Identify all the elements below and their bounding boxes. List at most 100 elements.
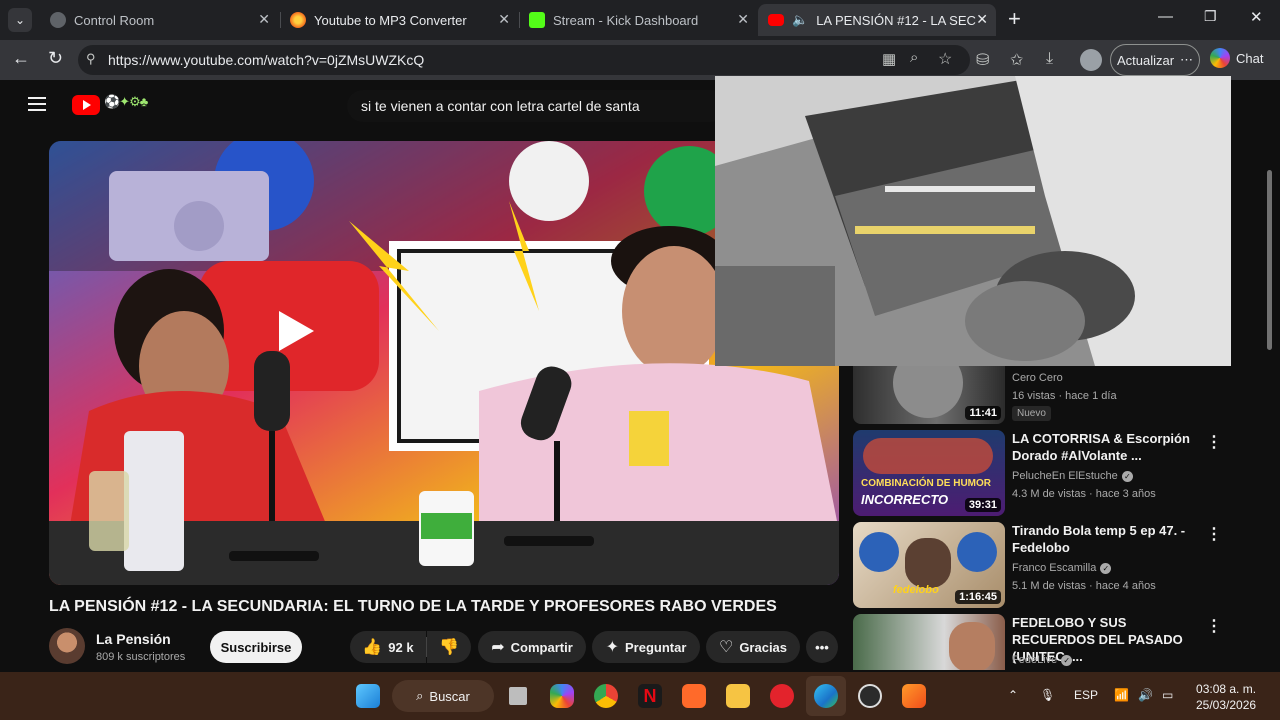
tab-title: Youtube to MP3 Converter: [314, 12, 467, 28]
taskbar-search-button[interactable]: ⌕ Buscar: [392, 680, 494, 712]
video-title: LA PENSIÓN #12 - LA SECUNDARIA: EL TURNO…: [49, 598, 777, 615]
favorites-icon[interactable]: ✩: [1010, 50, 1023, 70]
youtube-logo-icon[interactable]: [72, 95, 100, 115]
more-actions-button[interactable]: •••: [806, 631, 838, 663]
video-title[interactable]: Tirando Bola temp 5 ep 47. - Fedelobo: [1012, 522, 1212, 556]
search-query[interactable]: si te vienen a contar con letra cartel d…: [361, 98, 640, 114]
video-thumbnail[interactable]: fedelobo 1:16:45: [853, 522, 1005, 608]
share-button[interactable]: ➦ Compartir: [478, 631, 586, 663]
video-thumbnail[interactable]: [853, 614, 1005, 670]
windows-taskbar: ⌕ Buscar N ⌃ 🎙 ESP 📶 🔊 ▭ 03:08 a. m. 25/…: [0, 672, 1280, 720]
video-duration: 39:31: [964, 498, 1001, 512]
profile-avatar[interactable]: [1080, 49, 1102, 71]
dislike-button[interactable]: 👎: [427, 631, 471, 663]
close-tab-icon[interactable]: ✕: [498, 11, 510, 28]
zoom-icon[interactable]: ⌕: [910, 49, 918, 66]
ask-label: Preguntar: [625, 639, 687, 655]
verified-icon: ✓: [1121, 470, 1133, 482]
fl-studio-icon[interactable]: [902, 684, 926, 708]
channel-name[interactable]: Cero Cero: [1012, 372, 1063, 384]
channel-avatar[interactable]: [49, 628, 85, 664]
channel-name[interactable]: FedeLive ✓: [1012, 654, 1073, 666]
show-hidden-icons-chevron[interactable]: ⌃: [1008, 688, 1018, 702]
tab-search-dropdown-button[interactable]: ⌄: [8, 8, 32, 32]
channel-name[interactable]: Franco Escamilla ✓: [1012, 562, 1112, 574]
ask-button[interactable]: ✦ Preguntar: [592, 631, 700, 663]
camera-overlay-window[interactable]: [715, 76, 1231, 366]
clock-time: 03:08 a. m.: [1196, 682, 1257, 696]
menu-icon[interactable]: [28, 97, 46, 111]
restore-button[interactable]: ❐: [1204, 8, 1217, 25]
site-info-icon[interactable]: ⚲: [86, 51, 96, 67]
video-duration: 11:41: [965, 406, 1001, 420]
verified-icon: ✓: [1061, 654, 1073, 666]
close-tab-icon[interactable]: ✕: [976, 11, 988, 28]
recommendation-item[interactable]: fedelobo 1:16:45 Tirando Bola temp 5 ep …: [853, 522, 1253, 608]
edge-icon[interactable]: [814, 684, 838, 708]
volume-icon[interactable]: 🔊: [1138, 688, 1153, 702]
back-arrow-icon[interactable]: ←: [12, 48, 30, 69]
search-icon: ⌕: [416, 688, 424, 703]
control-room-favicon-icon: [50, 12, 66, 28]
downloads-icon[interactable]: ⤓: [1046, 50, 1053, 68]
microphone-icon[interactable]: 🎙: [1040, 688, 1055, 702]
audio-playing-icon[interactable]: 🔈: [792, 12, 808, 28]
clock-date: 25/03/2026: [1196, 698, 1257, 712]
close-tab-icon[interactable]: ✕: [737, 11, 749, 28]
url-text[interactable]: https://www.youtube.com/watch?v=0jZMsUWZ…: [108, 52, 424, 68]
wifi-icon[interactable]: 📶: [1114, 688, 1129, 702]
tab-la-pension[interactable]: 🔈 LA PENSIÓN #12 - LA SECUNDA ✕: [758, 4, 996, 36]
apps-install-icon[interactable]: ▦: [882, 50, 896, 68]
more-vert-icon[interactable]: ⋮: [1206, 524, 1222, 544]
update-browser-button[interactable]: Actualizar ⋯: [1110, 44, 1200, 76]
copilot-icon[interactable]: [550, 684, 574, 708]
task-view-icon[interactable]: [506, 684, 530, 708]
tab-title: LA PENSIÓN #12 - LA SECUNDA: [816, 12, 976, 28]
windows-start-icon[interactable]: [356, 684, 380, 708]
tab-mp3-converter[interactable]: Youtube to MP3 Converter ✕: [280, 4, 518, 36]
subscribe-button[interactable]: Suscribirse: [210, 631, 302, 663]
recommendation-item[interactable]: FEDELOBO Y SUS RECUERDOS DEL PASADO (UNI…: [853, 614, 1253, 670]
file-explorer-icon[interactable]: [726, 684, 750, 708]
recommendation-item[interactable]: COMBINACIÓN DE HUMOR INCORRECTO 39:31 LA…: [853, 430, 1253, 516]
youtube-doodle-icon[interactable]: ⚽✦⚙♣: [104, 94, 148, 110]
media-player-icon[interactable]: [770, 684, 794, 708]
system-clock[interactable]: 03:08 a. m. 25/03/2026: [1196, 681, 1256, 713]
bookmark-star-icon[interactable]: ☆: [938, 49, 952, 69]
netflix-icon[interactable]: N: [638, 684, 662, 708]
converter-favicon-icon: [290, 12, 306, 28]
video-meta: 5.1 M de vistas · hace 4 años: [1012, 580, 1156, 592]
battery-icon[interactable]: ▭: [1162, 688, 1173, 702]
youtube-favicon-icon: [768, 14, 784, 26]
tab-control-room[interactable]: Control Room ✕: [40, 4, 278, 36]
recording-app-icon[interactable]: [682, 684, 706, 708]
update-label: Actualizar: [1116, 52, 1175, 68]
chat-button[interactable]: Chat: [1210, 48, 1263, 68]
extension-icon[interactable]: ⛁: [976, 50, 989, 70]
video-title[interactable]: LA COTORRISA & Escorpión Dorado #AlVolan…: [1012, 430, 1212, 464]
video-meta: 16 vistas · hace 1 día: [1012, 390, 1117, 402]
minimize-button[interactable]: —: [1158, 8, 1173, 25]
video-thumbnail[interactable]: COMBINACIÓN DE HUMOR INCORRECTO 39:31: [853, 430, 1005, 516]
like-button[interactable]: 👍 92 k: [350, 631, 426, 663]
new-tab-button[interactable]: +: [1008, 6, 1021, 32]
search-label: Buscar: [429, 688, 470, 704]
search-input[interactable]: si te vienen a contar con letra cartel d…: [347, 90, 727, 122]
obs-icon[interactable]: [858, 684, 882, 708]
more-vert-icon[interactable]: ⋮: [1206, 616, 1222, 636]
close-window-button[interactable]: ✕: [1250, 8, 1263, 26]
chrome-icon[interactable]: [594, 684, 618, 708]
thanks-button[interactable]: ♡ Gracias: [706, 631, 800, 663]
address-bar[interactable]: ⚲ https://www.youtube.com/watch?v=0jZMsU…: [78, 45, 970, 75]
tab-title: Stream - Kick Dashboard: [553, 12, 699, 28]
channel-name[interactable]: PelucheEn ElEstuche ✓: [1012, 470, 1133, 482]
page-scrollbar[interactable]: [1267, 170, 1272, 350]
close-tab-icon[interactable]: ✕: [258, 11, 270, 28]
channel-name[interactable]: La Pensión: [96, 631, 171, 647]
browser-tab-bar: ⌄ Control Room ✕ Youtube to MP3 Converte…: [0, 0, 1280, 40]
chat-label: Chat: [1236, 50, 1264, 66]
more-vert-icon[interactable]: ⋮: [1206, 432, 1222, 452]
tab-kick-dashboard[interactable]: Stream - Kick Dashboard ✕: [519, 4, 757, 36]
reload-icon[interactable]: ↻: [48, 48, 63, 69]
input-language[interactable]: ESP: [1074, 688, 1098, 702]
